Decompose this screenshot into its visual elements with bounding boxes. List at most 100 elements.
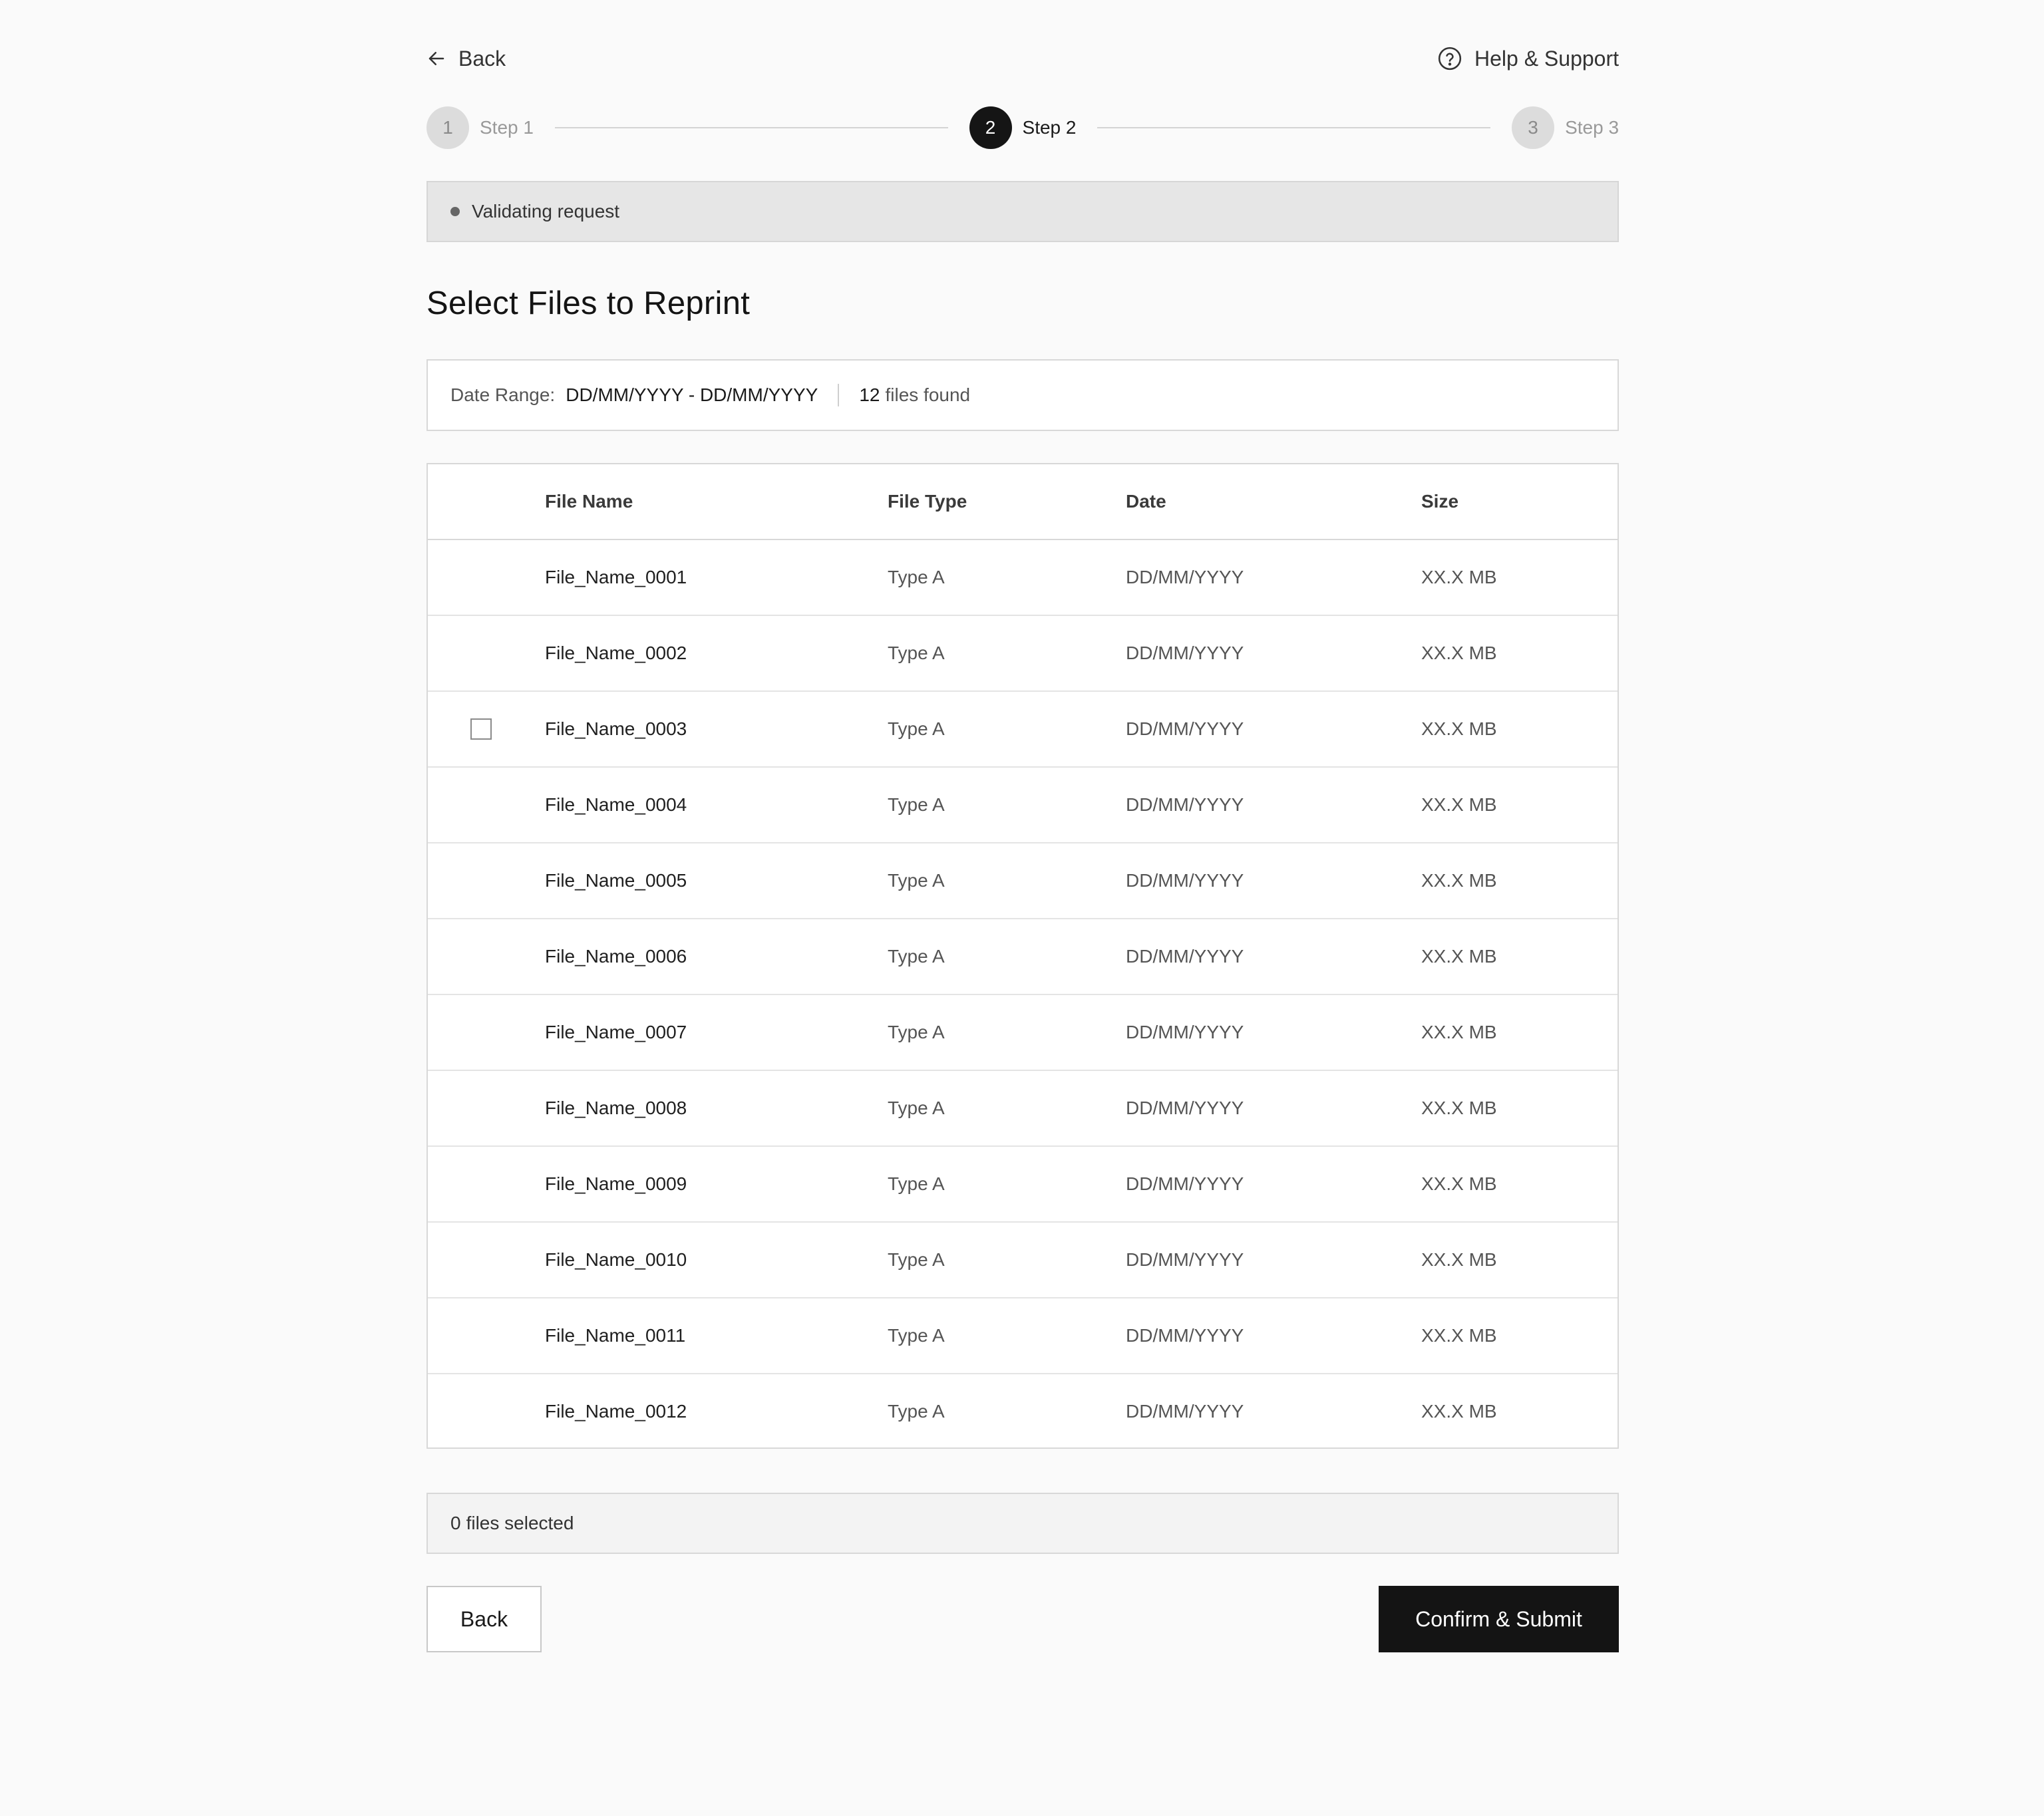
step-2-label: Step 2 [1022,117,1077,138]
status-text: Validating request [472,201,620,222]
table-row[interactable]: File_Name_0010 Type A DD/MM/YYYY XX.X MB [428,1223,1618,1298]
file-type-cell: Type A [888,718,945,739]
row-select-cell[interactable] [428,1374,545,1449]
file-name-cell: File_Name_0002 [545,643,687,663]
files-table: File Name File Type Date Size File_Name_… [426,463,1619,1449]
help-support-link[interactable]: Help & Support [1437,46,1619,71]
file-date-cell: DD/MM/YYYY [1126,567,1244,587]
file-size-cell: XX.X MB [1421,870,1497,891]
file-date-cell: DD/MM/YYYY [1126,870,1244,891]
file-size-cell: XX.X MB [1421,718,1497,739]
step-2: 2 Step 2 [969,106,1077,149]
table-row[interactable]: File_Name_0005 Type A DD/MM/YYYY XX.X MB [428,843,1618,919]
row-select-cell[interactable] [428,692,545,766]
page-title: Select Files to Reprint [426,285,751,321]
help-support-label: Help & Support [1474,46,1619,71]
file-size-cell: XX.X MB [1421,1401,1497,1422]
table-row[interactable]: File_Name_0003 Type A DD/MM/YYYY XX.X MB [428,692,1618,768]
header-back-link[interactable]: Back [426,47,506,71]
table-row[interactable]: File_Name_0011 Type A DD/MM/YYYY XX.X MB [428,1298,1618,1374]
file-date-cell: DD/MM/YYYY [1126,643,1244,663]
file-size-cell: XX.X MB [1421,1022,1497,1042]
file-name-cell: File_Name_0001 [545,567,687,587]
column-header-file-name: File Name [545,491,633,512]
file-size-cell: XX.X MB [1421,946,1497,967]
filter-bar: Date Range: DD/MM/YYYY - DD/MM/YYYY 12 f… [426,359,1619,431]
file-date-cell: DD/MM/YYYY [1126,1249,1244,1270]
table-row[interactable]: File_Name_0007 Type A DD/MM/YYYY XX.X MB [428,995,1618,1071]
file-date-cell: DD/MM/YYYY [1126,1098,1244,1118]
table-row[interactable]: File_Name_0008 Type A DD/MM/YYYY XX.X MB [428,1071,1618,1147]
file-type-cell: Type A [888,1098,945,1118]
row-select-cell[interactable] [428,1223,545,1297]
table-row[interactable]: File_Name_0001 Type A DD/MM/YYYY XX.X MB [428,540,1618,616]
step-3-number: 3 [1512,106,1555,149]
status-banner: Validating request [426,181,1619,242]
file-type-cell: Type A [888,1173,945,1194]
row-select-cell[interactable] [428,540,545,615]
step-connector [554,127,948,128]
checkbox-icon[interactable] [470,718,492,740]
file-type-cell: Type A [888,567,945,587]
row-select-cell[interactable] [428,843,545,918]
file-type-cell: Type A [888,1325,945,1346]
selected-count: 0 [450,1513,461,1533]
row-select-cell[interactable] [428,768,545,842]
confirm-submit-button[interactable]: Confirm & Submit [1379,1586,1619,1652]
step-2-number: 2 [969,106,1012,149]
file-size-cell: XX.X MB [1421,567,1497,587]
step-3-label: Step 3 [1565,117,1619,138]
arrow-left-icon [426,49,446,69]
column-header-size: Size [1421,491,1459,512]
question-circle-icon [1437,46,1462,71]
back-button[interactable]: Back [426,1586,542,1652]
file-type-cell: Type A [888,870,945,891]
table-row[interactable]: File_Name_0012 Type A DD/MM/YYYY XX.X MB [428,1374,1618,1450]
header-select-cell [428,464,545,539]
date-range-value[interactable]: DD/MM/YYYY - DD/MM/YYYY [566,384,818,406]
file-name-cell: File_Name_0003 [545,718,687,739]
file-name-cell: File_Name_0006 [545,946,687,967]
file-date-cell: DD/MM/YYYY [1126,1401,1244,1422]
file-size-cell: XX.X MB [1421,1173,1497,1194]
date-range-label: Date Range: [450,384,556,405]
page-container: Back Help & Support 1 Step 1 2 Step 2 3 [426,0,1619,1816]
file-name-cell: File_Name_0010 [545,1249,687,1270]
row-select-cell[interactable] [428,1071,545,1145]
step-connector [1097,127,1491,128]
header-back-label: Back [458,46,506,71]
file-name-cell: File_Name_0012 [545,1401,687,1422]
file-type-cell: Type A [888,643,945,663]
table-row[interactable]: File_Name_0006 Type A DD/MM/YYYY XX.X MB [428,919,1618,995]
file-type-cell: Type A [888,946,945,967]
selection-summary: 0 files selected [426,1493,1619,1554]
top-bar: Back Help & Support [426,41,1619,76]
file-size-cell: XX.X MB [1421,643,1497,663]
row-select-cell[interactable] [428,1147,545,1221]
stepper: 1 Step 1 2 Step 2 3 Step 3 [426,106,1619,149]
table-row[interactable]: File_Name_0004 Type A DD/MM/YYYY XX.X MB [428,768,1618,843]
file-size-cell: XX.X MB [1421,1325,1497,1346]
column-header-file-type: File Type [888,491,967,512]
table-row[interactable]: File_Name_0009 Type A DD/MM/YYYY XX.X MB [428,1147,1618,1223]
file-type-cell: Type A [888,1249,945,1270]
file-type-cell: Type A [888,794,945,815]
row-select-cell[interactable] [428,995,545,1070]
file-date-cell: DD/MM/YYYY [1126,946,1244,967]
file-name-cell: File_Name_0008 [545,1098,687,1118]
step-3: 3 Step 3 [1512,106,1619,149]
filter-divider [838,384,840,406]
file-type-cell: Type A [888,1401,945,1422]
file-name-cell: File_Name_0007 [545,1022,687,1042]
file-name-cell: File_Name_0011 [545,1325,686,1346]
file-name-cell: File_Name_0009 [545,1173,687,1194]
row-select-cell[interactable] [428,616,545,690]
table-row[interactable]: File_Name_0002 Type A DD/MM/YYYY XX.X MB [428,616,1618,692]
files-found-count: 12 [859,384,880,405]
file-name-cell: File_Name_0005 [545,870,687,891]
table-header-row: File Name File Type Date Size [428,464,1618,540]
files-found-text: files found [885,384,971,405]
file-date-cell: DD/MM/YYYY [1126,718,1244,739]
row-select-cell[interactable] [428,1298,545,1373]
row-select-cell[interactable] [428,919,545,994]
